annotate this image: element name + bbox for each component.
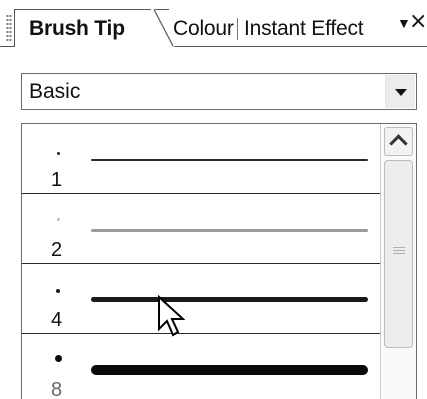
brush-size-label: 8 [51,379,63,399]
brush-stroke-preview [91,365,368,375]
brush-row-8[interactable]: 8 [22,334,380,399]
brush-dot-preview [57,218,60,221]
brush-row-2[interactable]: 2 [22,194,380,264]
brush-stroke-preview [91,229,368,232]
brush-stroke-preview [91,159,368,161]
brush-dot-preview [57,152,60,155]
brush-row-4[interactable]: 4 [22,264,380,334]
mouse-pointer-icon [158,295,185,337]
brush-dot-preview [55,355,62,362]
tab-strip: Brush Tip Colour Instant Effect ▼ × [0,0,427,47]
tab-instant-effect[interactable]: Instant Effect [244,11,364,46]
brush-size-label: 4 [51,309,63,331]
grip-icon [393,247,405,256]
brush-tip-panel: Brush Tip Colour Instant Effect ▼ × Basi… [0,0,427,399]
close-icon[interactable]: × [409,10,427,34]
brush-preset-select[interactable]: Basic [21,73,417,110]
brush-stroke-preview [91,297,368,302]
preset-selected-value: Basic [29,80,81,103]
tab-brush-tip-edge [151,9,175,47]
brush-dot-preview [56,289,60,293]
tab-separator [237,18,238,40]
panel-grip-handle[interactable] [6,14,12,42]
brush-size-label: 1 [51,169,63,191]
chevron-down-icon [395,89,407,96]
chevron-up-icon [389,134,408,153]
scroll-thumb[interactable] [384,160,413,348]
scroll-up-button[interactable] [384,127,413,156]
brush-list: 1 2 4 8 [21,123,417,399]
vertical-scrollbar[interactable] [380,124,416,399]
brush-size-label: 2 [51,239,63,261]
tab-colour[interactable]: Colour [169,11,234,46]
tab-brush-tip[interactable]: Brush Tip [14,9,169,47]
dropdown-button[interactable] [385,75,415,108]
brush-row-1[interactable]: 1 [22,124,380,194]
